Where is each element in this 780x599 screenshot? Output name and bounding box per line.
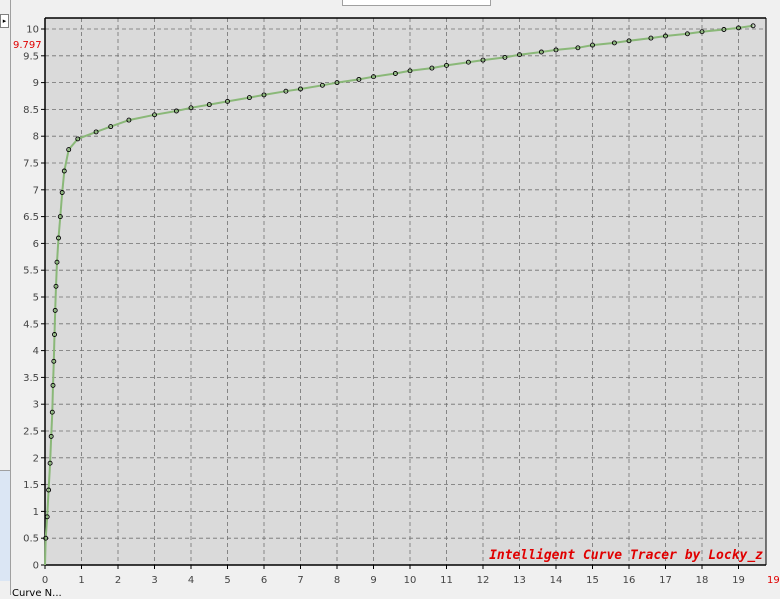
x-tick-label: 4 [188,575,194,586]
bottom-status-label: Curve N... [12,588,62,599]
x-tick-label: 1 [78,575,84,586]
y-tick-label: 8.5 [23,105,39,116]
x-tick-label: 13 [513,575,526,586]
x-tick-label: 18 [696,575,709,586]
y-tick-label: 9 [33,78,39,89]
highlight-x-value: 19 [767,575,780,586]
x-tick-label: 7 [297,575,303,586]
y-tick-label: 10 [26,25,39,36]
y-tick-label: 1 [33,507,39,518]
x-tick-label: 6 [261,575,267,586]
y-tick-label: 2.5 [23,427,39,438]
y-tick-label: 8 [33,132,39,143]
x-tick-label: 10 [404,575,417,586]
x-tick-label: 17 [659,575,672,586]
y-tick-label: 1.5 [23,480,39,491]
x-tick-label: 5 [224,575,230,586]
y-tick-label: 3 [33,400,39,411]
y-tick-label: 5.5 [23,266,39,277]
y-tick-label: 6.5 [23,212,39,223]
highlight-y-value: 9.797 [13,40,42,51]
x-tick-label: 14 [550,575,563,586]
y-tick-label: 7 [33,185,39,196]
x-tick-label: 8 [334,575,340,586]
y-tick-label: 5 [33,293,39,304]
y-tick-label: 0 [33,561,39,572]
y-tick-label: 6 [33,239,39,250]
y-tick-label: 4 [33,346,39,357]
x-tick-label: 2 [115,575,121,586]
x-tick-label: 11 [440,575,453,586]
x-tick-label: 9 [370,575,376,586]
x-tick-labels: 0 1 2 3 4 5 6 7 8 9 10 11 12 13 14 15 16 17 18 19 [42,565,745,586]
y-tick-label: 9.5 [23,51,39,62]
chart: 0 0.5 1 1.5 2 2.5 3 3.5 4 4.5 5 5.5 6 6.5 7 7.5 8 8.5 9 9.5… [13,17,780,586]
y-tick-label: 4.5 [23,319,39,330]
x-tick-label: 3 [151,575,157,586]
y-tick-labels: 0 0.5 1 1.5 2 2.5 3 3.5 4 4.5 5 5.5 6 6.5 7 7.5 8 8.5 9 9.5… [23,25,45,572]
y-tick-label: 7.5 [23,159,39,170]
plot-area[interactable] [45,18,766,565]
y-tick-label: 3.5 [23,373,39,384]
y-tick-label: 0.5 [23,534,39,545]
x-tick-label: 15 [586,575,599,586]
watermark-annotation: Intelligent Curve Tracer by Locky_z [489,548,763,563]
x-tick-label: 19 [732,575,745,586]
x-tick-label: 12 [477,575,490,586]
x-tick-label: 16 [623,575,636,586]
y-tick-label: 2 [33,453,39,464]
x-tick-label: 0 [42,575,48,586]
